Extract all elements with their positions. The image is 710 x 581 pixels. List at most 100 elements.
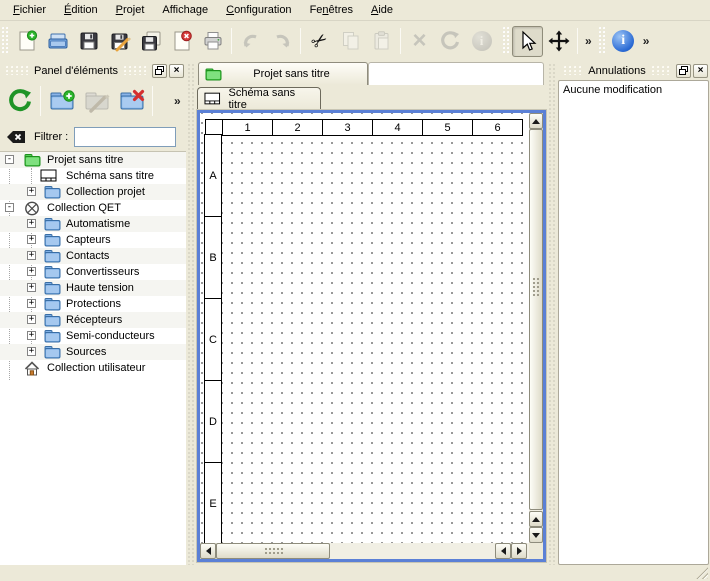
scroll-left-button-2[interactable] bbox=[495, 543, 511, 559]
expand-icon[interactable]: + bbox=[27, 251, 36, 260]
toolbar-drag-handle[interactable] bbox=[599, 27, 606, 55]
close-panel-button[interactable]: × bbox=[169, 64, 184, 78]
tree-item-protections[interactable]: + Protections bbox=[0, 296, 186, 312]
tree-item-collection-projet[interactable]: + Collection projet bbox=[0, 184, 186, 200]
close-panel-button[interactable]: × bbox=[693, 64, 708, 78]
menu-projet[interactable]: Projet bbox=[107, 1, 154, 19]
collapse-icon[interactable]: - bbox=[5, 203, 14, 212]
tree-item-semi-conducteurs[interactable]: + Semi-conducteurs bbox=[0, 328, 186, 344]
collapse-icon[interactable]: - bbox=[5, 155, 14, 164]
cut-button[interactable]: ✂ bbox=[304, 26, 335, 57]
new-category-button[interactable] bbox=[44, 83, 79, 119]
move-cross-icon bbox=[547, 29, 571, 53]
left-splitter[interactable] bbox=[186, 62, 196, 565]
delete-button[interactable]: × bbox=[404, 26, 435, 57]
menu-fichier[interactable]: Fichier bbox=[4, 1, 55, 19]
tree-item-recepteurs[interactable]: + Récepteurs bbox=[0, 312, 186, 328]
elements-panel-titlebar[interactable]: Panel d'éléments × bbox=[0, 62, 186, 79]
float-panel-button[interactable] bbox=[676, 64, 691, 78]
panel-toolbar-overflow-chevron[interactable]: » bbox=[170, 94, 184, 108]
toolbar-drag-handle[interactable] bbox=[503, 27, 510, 55]
redo-icon bbox=[270, 29, 294, 53]
paste-button[interactable] bbox=[366, 26, 397, 57]
right-splitter[interactable] bbox=[547, 62, 557, 565]
tab-label: Schéma sans titre bbox=[228, 87, 314, 111]
tree-item-projet[interactable]: - Projet sans titre bbox=[0, 152, 186, 168]
redo-button[interactable] bbox=[266, 26, 297, 57]
tree-item-convertisseurs[interactable]: + Convertisseurs bbox=[0, 264, 186, 280]
menu-fenetres[interactable]: Fenêtres bbox=[301, 1, 362, 19]
undo-button[interactable] bbox=[235, 26, 266, 57]
save-button[interactable] bbox=[73, 26, 104, 57]
pan-mode-button[interactable] bbox=[543, 26, 574, 57]
clear-filter-icon[interactable] bbox=[6, 128, 26, 146]
new-document-button[interactable] bbox=[11, 26, 42, 57]
tree-item-label: Récepteurs bbox=[66, 314, 122, 326]
tree-item-sources[interactable]: + Sources bbox=[0, 344, 186, 360]
scroll-down-button[interactable] bbox=[529, 527, 543, 543]
tab-schema-sans-titre[interactable]: Schéma sans titre bbox=[197, 87, 321, 110]
menu-affichage[interactable]: Affichage bbox=[153, 1, 217, 19]
expand-icon[interactable]: + bbox=[27, 187, 36, 196]
open-button[interactable] bbox=[42, 26, 73, 57]
cut-icon: ✂ bbox=[306, 27, 332, 55]
tree-item-label: Sources bbox=[66, 346, 106, 358]
toolbar-drag-handle[interactable] bbox=[2, 27, 9, 55]
expand-icon[interactable]: + bbox=[27, 235, 36, 244]
tree-item-contacts[interactable]: + Contacts bbox=[0, 248, 186, 264]
scroll-left-button[interactable] bbox=[200, 543, 216, 559]
expand-icon[interactable]: + bbox=[27, 299, 36, 308]
vertical-scrollbar[interactable] bbox=[529, 113, 543, 543]
toolbar-overflow-chevron[interactable]: » bbox=[639, 34, 653, 48]
toolbar-overflow-chevron[interactable]: » bbox=[581, 34, 595, 48]
save-all-button[interactable] bbox=[135, 26, 166, 57]
tab-projet-sans-titre[interactable]: Projet sans titre bbox=[198, 62, 368, 85]
diagram-scene[interactable]: 1 2 3 4 5 6 A B C D E bbox=[200, 113, 529, 543]
menu-edition[interactable]: Édition bbox=[55, 1, 107, 19]
scroll-up-button-2[interactable] bbox=[529, 511, 543, 527]
close-document-button[interactable] bbox=[166, 26, 197, 57]
tree-item-collection-qet[interactable]: - Collection QET bbox=[0, 200, 186, 216]
reload-collections-button[interactable] bbox=[2, 83, 37, 119]
horizontal-scrollbar[interactable] bbox=[200, 543, 543, 559]
about-qet-button[interactable]: i bbox=[608, 26, 639, 57]
expand-icon[interactable]: + bbox=[27, 219, 36, 228]
select-mode-button[interactable] bbox=[512, 26, 543, 57]
diagram-column-label: 6 bbox=[472, 119, 523, 136]
copy-button[interactable] bbox=[335, 26, 366, 57]
undo-history-list[interactable]: Aucune modification bbox=[558, 80, 709, 565]
expand-icon[interactable]: + bbox=[27, 331, 36, 340]
expand-icon[interactable]: + bbox=[27, 267, 36, 276]
vertical-scroll-thumb[interactable] bbox=[529, 129, 543, 510]
undo-panel-titlebar[interactable]: Annulations × bbox=[558, 62, 710, 79]
tree-item-automatisme[interactable]: + Automatisme bbox=[0, 216, 186, 232]
tree-item-collection-utilisateur[interactable]: Collection utilisateur bbox=[0, 360, 186, 376]
horizontal-scroll-thumb[interactable] bbox=[216, 543, 330, 559]
menu-configuration[interactable]: Configuration bbox=[217, 1, 300, 19]
tree-item-haute-tension[interactable]: + Haute tension bbox=[0, 280, 186, 296]
float-icon bbox=[679, 66, 688, 75]
diagram-column-label: 3 bbox=[322, 119, 373, 136]
rotate-button[interactable] bbox=[435, 26, 466, 57]
scroll-right-button[interactable] bbox=[511, 543, 527, 559]
float-panel-button[interactable] bbox=[152, 64, 167, 78]
delete-category-button[interactable] bbox=[114, 83, 149, 119]
save-as-button[interactable] bbox=[104, 26, 135, 57]
filter-input[interactable] bbox=[74, 127, 176, 147]
tree-item-label: Haute tension bbox=[66, 282, 134, 294]
tree-item-capteurs[interactable]: + Capteurs bbox=[0, 232, 186, 248]
edit-category-button[interactable] bbox=[79, 83, 114, 119]
menu-aide[interactable]: Aide bbox=[362, 1, 402, 19]
undo-list-item[interactable]: Aucune modification bbox=[559, 81, 708, 99]
element-info-button[interactable]: i bbox=[466, 26, 497, 57]
print-button[interactable] bbox=[197, 26, 228, 57]
resize-grip[interactable] bbox=[695, 566, 708, 579]
tree-item-schema[interactable]: Schéma sans titre bbox=[0, 168, 186, 184]
folder-icon bbox=[44, 281, 61, 295]
expand-icon[interactable]: + bbox=[27, 347, 36, 356]
expand-icon[interactable]: + bbox=[27, 283, 36, 292]
scroll-up-button[interactable] bbox=[529, 113, 543, 129]
expand-icon[interactable]: + bbox=[27, 315, 36, 324]
folder-icon bbox=[44, 217, 61, 231]
diagram-row-label: E bbox=[204, 462, 222, 543]
